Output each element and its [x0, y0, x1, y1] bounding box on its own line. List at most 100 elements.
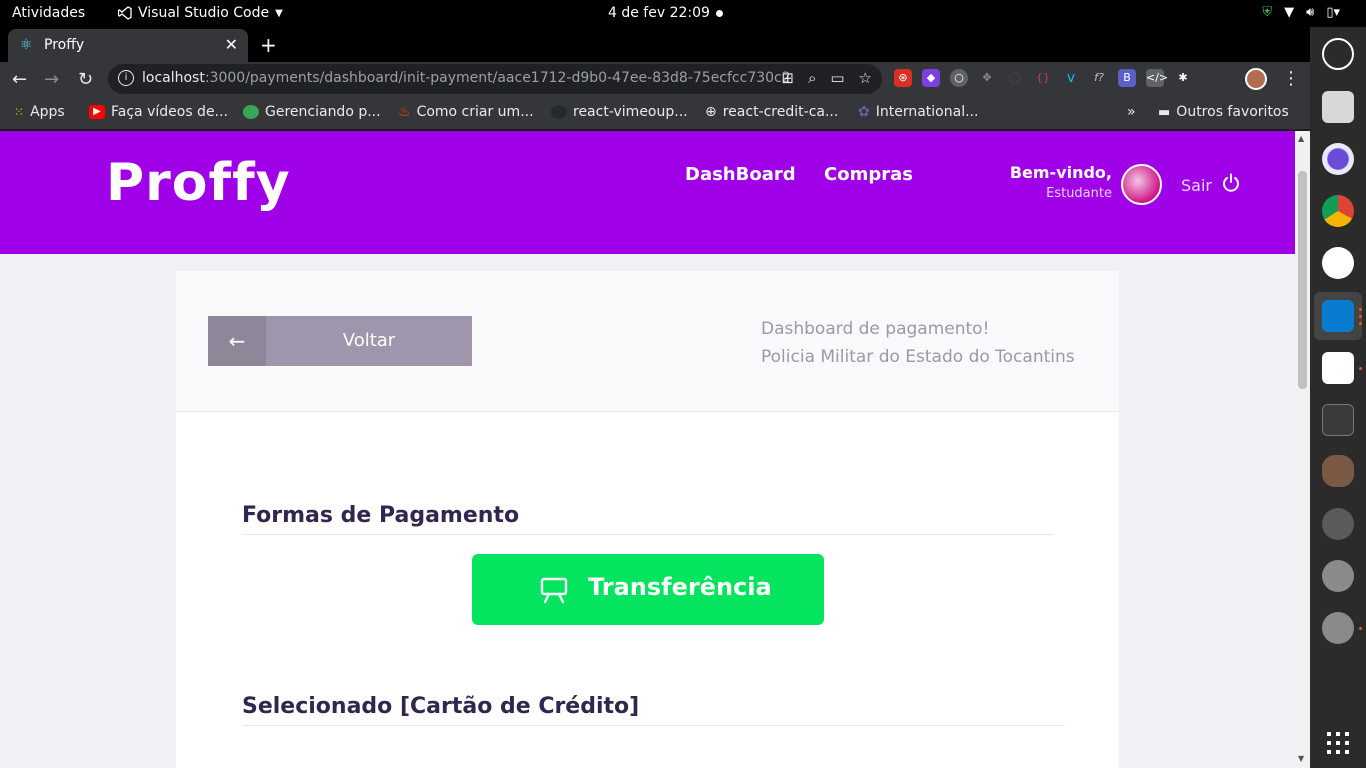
apps-grid-icon: ⁙	[14, 105, 25, 119]
clock[interactable]: 4 de fev 22:09	[608, 5, 710, 21]
more-menu-icon[interactable]: ⋮	[1282, 68, 1300, 89]
zoom-icon[interactable]: ⌕	[808, 69, 816, 87]
selected-method-title: Selecionado [Cartão de Crédito]	[242, 694, 640, 719]
activities-button[interactable]: Atividades	[12, 5, 85, 21]
translate-icon[interactable]: ⊞	[781, 69, 794, 87]
app-icon[interactable]	[1322, 247, 1354, 279]
bootstrap-icon[interactable]: B	[1118, 69, 1136, 87]
vscode-dock-icon[interactable]	[1322, 300, 1354, 332]
terminal-icon[interactable]	[1322, 404, 1354, 436]
bookmark-label: Faça vídeos de...	[111, 104, 228, 120]
bookmark-item[interactable]: Gerenciando p...	[243, 104, 381, 120]
leaf-icon	[243, 105, 259, 119]
code-icon[interactable]: </>	[1146, 69, 1168, 87]
reload-icon[interactable]: ↻	[78, 69, 93, 90]
disk-icon[interactable]	[1322, 612, 1354, 644]
logout-label[interactable]: Sair	[1181, 176, 1212, 195]
obs-icon[interactable]	[1322, 38, 1354, 70]
folder-icon: ▬	[1158, 104, 1171, 120]
power-icon[interactable]	[1221, 173, 1241, 193]
transfer-label: Transferência	[588, 573, 772, 601]
flame-icon: ♨	[398, 104, 411, 120]
extension-circle-icon[interactable]: ○	[950, 69, 968, 87]
inkscape-icon[interactable]	[1322, 508, 1354, 540]
url-path: :3000/payments/dashboard/init-payment/aa…	[204, 70, 791, 86]
omnibox-actions: ⊞ ⌕ ▭ ☆	[781, 69, 872, 87]
url-host: localhost	[142, 70, 205, 86]
app-header: Proffy DashBoard Compras Bem-vindo, Estu…	[0, 131, 1295, 254]
divider	[242, 725, 1065, 726]
install-icon[interactable]: ▭	[830, 69, 844, 87]
welcome-text: Bem-vindo,	[1009, 163, 1112, 182]
tab-strip: ⚛ Proffy ✕ +	[0, 27, 1310, 62]
colorpick-icon[interactable]: ◆	[922, 69, 940, 87]
files-icon[interactable]	[1322, 91, 1354, 123]
puzzle-icon[interactable]: ✱	[1174, 69, 1192, 87]
scroll-down-icon[interactable]: ▼	[1298, 754, 1304, 763]
extensions-bar: ⊛ ◆ ○ ✥ ◯ {} v f? B </> ✱	[894, 69, 1192, 87]
extension-icon[interactable]: ⊛	[894, 69, 912, 87]
card-header: ← Voltar Dashboard de pagamento! Policia…	[176, 271, 1119, 412]
star-icon[interactable]: ☆	[859, 69, 872, 87]
proffy-logo[interactable]: Proffy	[106, 153, 291, 213]
bookmark-item[interactable]: ♨ Como criar um...	[398, 104, 534, 120]
close-icon[interactable]: ✕	[225, 35, 238, 54]
app-menu[interactable]: Visual Studio Code ▼	[118, 5, 283, 21]
show-apps-grid-icon[interactable]	[1326, 731, 1350, 755]
move-icon[interactable]: ✥	[978, 69, 996, 87]
bookmark-label: react-vimeoup...	[573, 104, 688, 120]
nav-compras[interactable]: Compras	[824, 164, 913, 185]
text-editor-icon[interactable]	[1322, 352, 1354, 384]
scroll-up-icon[interactable]: ▲	[1298, 134, 1304, 143]
organization-name: Policia Militar do Estado do Tocantins	[761, 347, 1075, 367]
function-icon[interactable]: f?	[1090, 69, 1108, 87]
globe-icon: ⊕	[705, 104, 717, 120]
page-scrollbar[interactable]: ▲ ▼	[1295, 131, 1310, 768]
payment-methods-title: Formas de Pagamento	[242, 503, 520, 528]
transfer-button[interactable]: Transferência	[472, 554, 824, 625]
url-text[interactable]: localhost:3000/payments/dashboard/init-p…	[142, 70, 791, 86]
address-bar[interactable]: i localhost:3000/payments/dashboard/init…	[108, 64, 882, 94]
chrome-icon[interactable]	[1322, 195, 1354, 227]
system-tray[interactable]: ⛨ ▼ 🔊︎ ▯▾	[1262, 5, 1340, 20]
more-bookmarks-button[interactable]: »	[1127, 104, 1136, 120]
bookmark-label: react-credit-ca...	[722, 104, 839, 120]
vimeo-icon[interactable]: v	[1062, 69, 1080, 87]
arrow-left-icon: ←	[208, 316, 266, 366]
scrollbar-thumb[interactable]	[1298, 171, 1307, 389]
volume-icon: 🔊︎	[1306, 5, 1315, 20]
react-icon: ⚛	[20, 37, 33, 53]
new-tab-button[interactable]: +	[260, 33, 277, 57]
running-indicator	[1359, 367, 1362, 370]
info-icon[interactable]: i	[118, 70, 134, 86]
other-favorites-folder[interactable]: ▬ Outros favoritos	[1158, 104, 1289, 120]
bookmark-item[interactable]: ⊕ react-credit-ca...	[705, 104, 838, 120]
back-button[interactable]: ← Voltar	[208, 316, 472, 366]
browser-tab[interactable]: ⚛ Proffy ✕	[8, 29, 248, 62]
forward-arrow-icon[interactable]: →	[44, 69, 59, 90]
bookmark-item[interactable]: react-vimeoup...	[551, 104, 688, 120]
tab-title: Proffy	[44, 37, 85, 53]
system-top-bar: Atividades Visual Studio Code ▼ 4 de fev…	[0, 0, 1366, 27]
disk-icon[interactable]	[1322, 560, 1354, 592]
code-extension-icon[interactable]: {}	[1034, 69, 1052, 87]
browser-toolbar: ← → ↻ i localhost:3000/payments/dashboar…	[0, 62, 1310, 96]
notification-dot	[716, 10, 723, 17]
browser-icon[interactable]	[1322, 143, 1354, 175]
nav-dashboard[interactable]: DashBoard	[685, 164, 796, 185]
profile-avatar[interactable]	[1245, 68, 1267, 90]
bookmark-item[interactable]: ✿ International...	[858, 104, 978, 120]
gimp-icon[interactable]	[1322, 455, 1354, 487]
page-viewport: Proffy DashBoard Compras Bem-vindo, Estu…	[0, 131, 1295, 768]
running-indicator	[1359, 315, 1362, 318]
bookmark-item[interactable]: ▶ Faça vídeos de...	[89, 104, 228, 120]
back-arrow-icon[interactable]: ←	[12, 69, 27, 90]
user-avatar[interactable]	[1121, 164, 1162, 205]
bookmark-apps[interactable]: ⁙ Apps	[14, 104, 65, 120]
folder-label: Outros favoritos	[1176, 104, 1289, 120]
github-icon	[551, 105, 567, 119]
caret-down-icon: ▼	[275, 7, 283, 19]
ubuntu-dock	[1310, 27, 1366, 768]
shield-extension-icon[interactable]: ◯	[1006, 69, 1024, 87]
payment-card: ← Voltar Dashboard de pagamento! Policia…	[176, 271, 1119, 768]
